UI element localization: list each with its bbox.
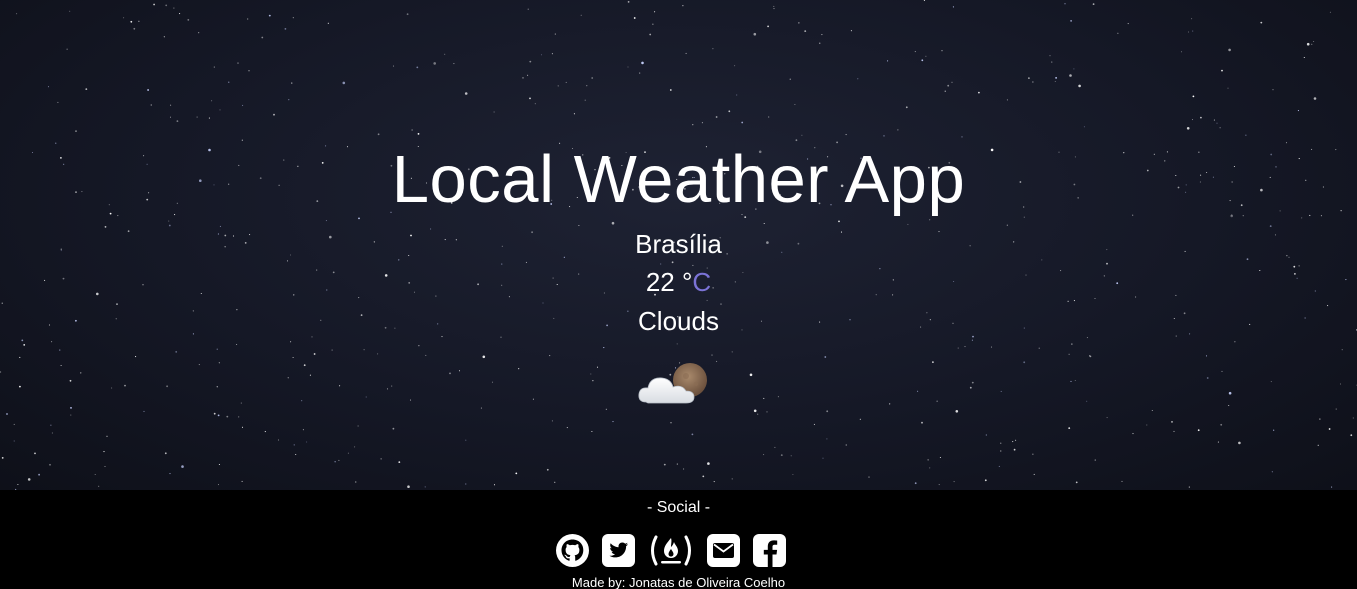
author-credit: Made by: Jonatas de Oliveira Coelho xyxy=(571,575,786,589)
temperature-value: 22 xyxy=(645,267,675,297)
footer: - Social - Made by: Jonatas de Oliveira … xyxy=(0,490,1357,589)
email-icon[interactable] xyxy=(706,533,741,568)
cloud-moon-icon xyxy=(638,363,707,404)
page-title: Local Weather App xyxy=(391,142,966,217)
unit-toggle-button[interactable]: C xyxy=(692,267,711,297)
weather-panel: Local Weather App Brasília 22 °C Clouds xyxy=(0,0,1357,490)
twitter-icon[interactable] xyxy=(601,533,636,568)
hero-section: Local Weather App Brasília 22 °C Clouds xyxy=(0,0,1357,490)
city-name: Brasília xyxy=(635,229,722,259)
freecodecamp-icon[interactable] xyxy=(647,533,695,568)
github-icon[interactable] xyxy=(555,533,590,568)
social-links xyxy=(555,531,795,569)
social-title: - Social - xyxy=(646,499,711,516)
facebook-icon[interactable] xyxy=(752,533,787,568)
weather-condition: Clouds xyxy=(638,306,719,336)
temperature-line: 22 °C xyxy=(0,266,1357,298)
degree-symbol: ° xyxy=(681,267,693,297)
